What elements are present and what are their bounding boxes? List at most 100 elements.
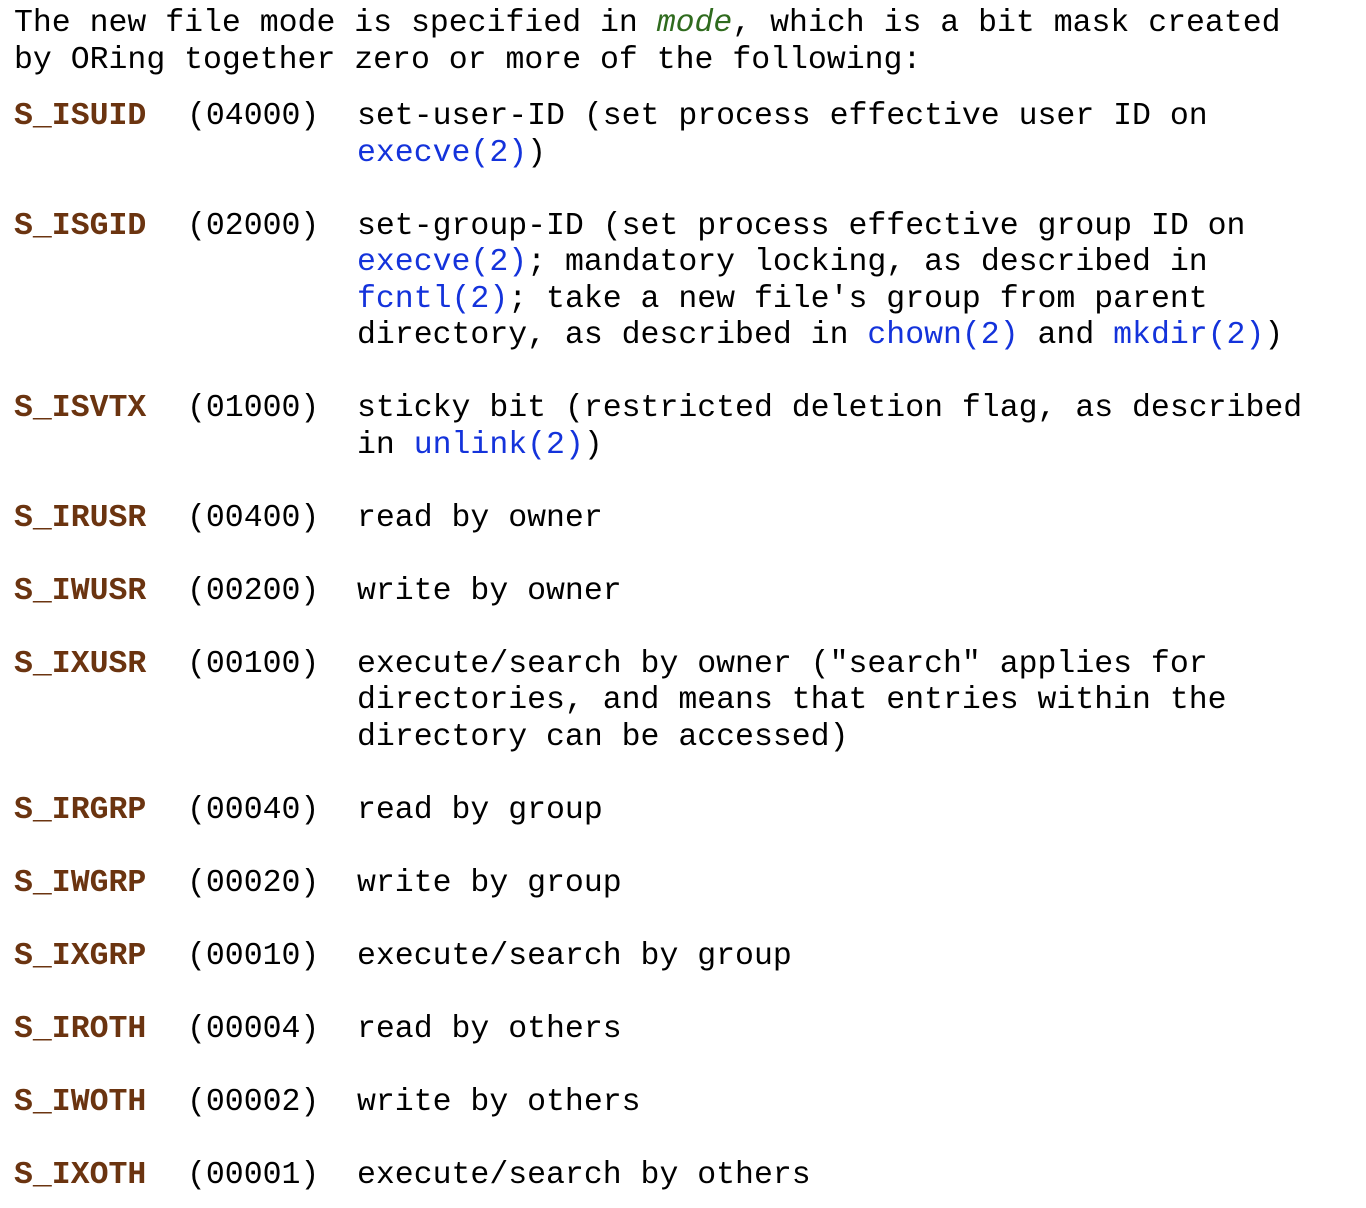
mode-description-text: read by group [357, 792, 603, 828]
mode-description-line: directories, and means that entries with… [357, 683, 1302, 720]
table-row: S_IXOTH (00001) execute/search by others [14, 1158, 1302, 1195]
table-row-spacer-cell [14, 1048, 1302, 1085]
table-row-spacer-cell [14, 1121, 1302, 1158]
intro-text: The new file mode is specified in [14, 6, 657, 41]
mode-octal-cell: (00020) [187, 866, 357, 903]
mode-description-cell: write by group [357, 866, 1302, 903]
table-row: S_IXUSR (00100) execute/search by owner ("… [14, 647, 1302, 757]
mode-description-line: write by others [357, 1085, 1302, 1122]
man-page-body: The new file mode is specified in mode, … [0, 0, 1366, 1194]
table-row: S_IWGRP (00020) write by group [14, 866, 1302, 903]
mode-description-text: directories, and means that entries with… [357, 683, 1227, 718]
table-row-spacer [14, 1121, 1302, 1158]
mode-description-text: ) [583, 427, 603, 463]
mode-description-line: set-user-ID (set process effective user … [357, 99, 1302, 136]
file-mode-bits-table-body: S_ISUID (04000) set-user-ID (set process e… [14, 99, 1302, 1194]
mode-constant-cell: S_IWGRP [14, 866, 187, 903]
mode-description-link[interactable]: execve(2) [357, 136, 527, 171]
mode-description-link[interactable]: mkdir(2) [1113, 318, 1264, 353]
mode-description-text: sticky bit (restricted deletion flag, as… [357, 391, 1303, 426]
mode-description-cell: read by others [357, 1012, 1302, 1049]
table-row-spacer-cell [14, 464, 1302, 501]
mode-description-line: execute/search by group [357, 939, 1302, 976]
mode-constant-name: S_ISUID [14, 99, 147, 134]
mode-constant-name: S_IWGRP [14, 865, 147, 901]
mode-octal-value: (00004) [187, 1011, 320, 1047]
mode-description-line: set-group-ID (set process effective grou… [357, 209, 1302, 246]
mode-octal-value: (00020) [187, 865, 320, 901]
mode-constant-cell: S_IXGRP [14, 939, 187, 976]
mode-description-line: execve(2); mandatory locking, as describ… [357, 245, 1302, 282]
mode-description-line: directory, as described in chown(2) and … [357, 318, 1302, 355]
mode-constant-cell: S_IWUSR [14, 574, 187, 611]
mode-description-line: write by group [357, 866, 1302, 903]
intro-parameter: mode [656, 6, 733, 41]
mode-description-text: in [357, 427, 414, 463]
mode-description-link[interactable]: fcntl(2) [357, 282, 508, 317]
mode-description-link[interactable]: chown(2) [867, 318, 1018, 353]
mode-description-line: read by owner [357, 501, 1302, 538]
mode-description-line: read by group [357, 793, 1302, 830]
table-row-spacer-cell [14, 756, 1302, 793]
mode-description-line: read by others [357, 1012, 1302, 1049]
mode-description-cell: read by group [357, 793, 1302, 830]
mode-description-line: write by owner [357, 574, 1302, 611]
mode-octal-value: (02000) [187, 208, 320, 244]
table-row: S_ISVTX (01000) sticky bit (restricted del… [14, 391, 1302, 464]
mode-description-text: directory can be accessed) [357, 719, 849, 755]
table-row-spacer [14, 172, 1302, 209]
mode-octal-cell: (04000) [187, 99, 357, 172]
mode-octal-cell: (00400) [187, 501, 357, 538]
table-row-spacer [14, 464, 1302, 501]
mode-constant-cell: S_IXUSR [14, 647, 187, 757]
mode-description-text: read by owner [357, 500, 603, 536]
mode-description-cell: write by others [357, 1085, 1302, 1122]
mode-octal-cell: (00100) [187, 647, 357, 757]
mode-description-text: set-group-ID (set process effective grou… [357, 208, 1246, 244]
mode-description-line: in unlink(2)) [357, 428, 1302, 465]
table-row-spacer-cell [14, 537, 1302, 574]
table-row-spacer-cell [14, 975, 1302, 1012]
table-row: S_ISGID (02000) set-group-ID (set process … [14, 209, 1302, 355]
mode-constant-name: S_IROTH [14, 1011, 147, 1047]
table-row-spacer [14, 975, 1302, 1012]
table-row-spacer-cell [14, 172, 1302, 209]
mode-constant-name: S_ISVTX [14, 391, 147, 426]
mode-octal-cell: (02000) [187, 209, 357, 355]
mode-octal-cell: (00200) [187, 574, 357, 611]
mode-description-cell: set-group-ID (set process effective grou… [357, 209, 1302, 355]
mode-description-cell: execute/search by owner ("search" applie… [357, 647, 1302, 757]
mode-octal-cell: (00001) [187, 1158, 357, 1195]
mode-description-link[interactable]: execve(2) [357, 245, 527, 280]
mode-description-line: execve(2)) [357, 136, 1302, 173]
table-row-spacer [14, 756, 1302, 793]
mode-constant-cell: S_IROTH [14, 1012, 187, 1049]
mode-constant-name: S_ISGID [14, 208, 147, 244]
mode-octal-value: (00001) [187, 1157, 320, 1193]
mode-description-text: directory, as described in [357, 318, 868, 353]
mode-description-line: execute/search by owner ("search" applie… [357, 647, 1302, 684]
mode-description-text: and [1018, 318, 1114, 353]
mode-description-text: ) [1264, 318, 1284, 353]
mode-description-text: write by group [357, 865, 622, 901]
table-row: S_IROTH (00004) read by others [14, 1012, 1302, 1049]
mode-description-text: read by others [357, 1011, 622, 1047]
mode-description-cell: execute/search by group [357, 939, 1302, 976]
mode-constant-cell: S_ISGID [14, 209, 187, 355]
mode-constant-cell: S_IWOTH [14, 1085, 187, 1122]
table-row: S_IRUSR (00400) read by owner [14, 501, 1302, 538]
mode-octal-value: (00010) [187, 938, 320, 974]
mode-description-text: ; take a new file's group from parent [508, 281, 1208, 317]
mode-description-cell: write by owner [357, 574, 1302, 611]
mode-description-text: execute/search by owner ("search" applie… [357, 646, 1208, 682]
mode-octal-value: (00100) [187, 646, 320, 682]
mode-description-text: set-user-ID (set process effective user … [357, 99, 1208, 134]
table-row: S_ISUID (04000) set-user-ID (set process e… [14, 99, 1302, 172]
mode-description-link[interactable]: unlink(2) [414, 428, 584, 463]
file-mode-bits-table: S_ISUID (04000) set-user-ID (set process e… [14, 99, 1302, 1194]
mode-description-line: execute/search by others [357, 1158, 1302, 1195]
table-row-spacer [14, 829, 1302, 866]
table-row-spacer [14, 355, 1302, 392]
mode-octal-value: (00400) [187, 500, 320, 536]
mode-octal-value: (00002) [187, 1084, 320, 1120]
